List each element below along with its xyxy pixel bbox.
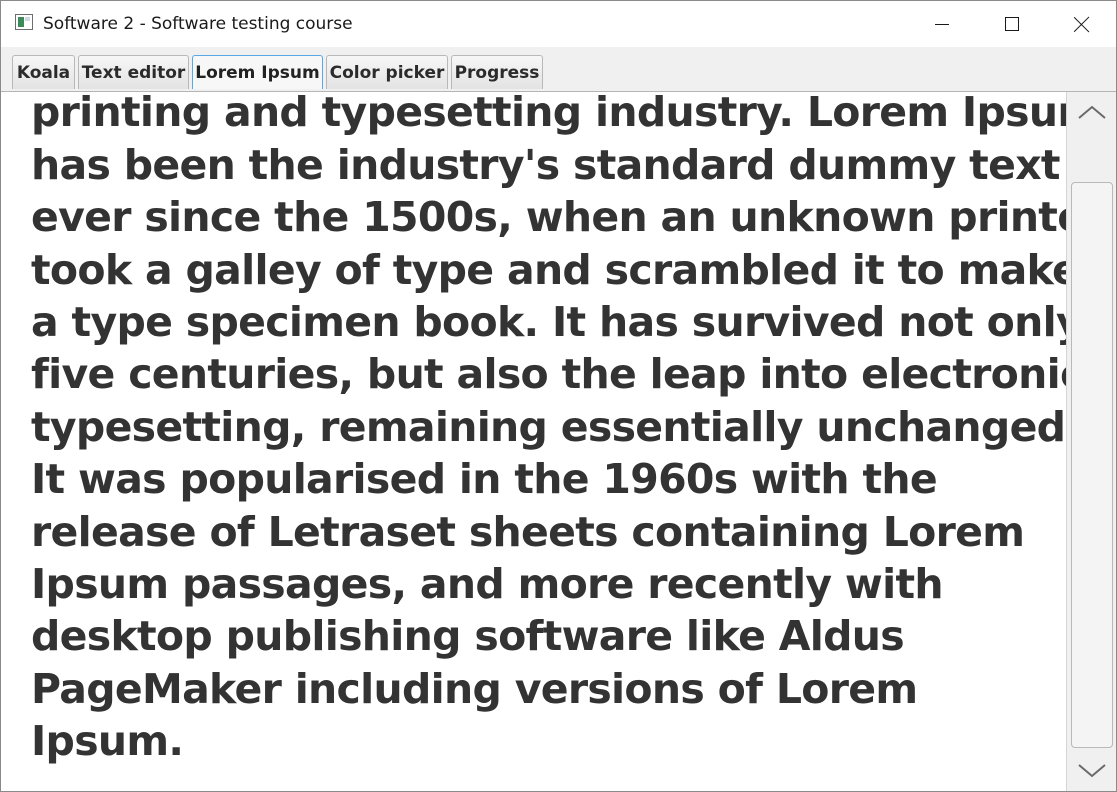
text-line: typesetting, remaining essentially uncha… (31, 402, 1066, 451)
text-line: PageMaker including versions of Lorem (31, 664, 918, 713)
chevron-up-icon (1077, 105, 1106, 119)
chevron-down-icon (1077, 764, 1106, 778)
window-title: Software 2 - Software testing course (43, 14, 353, 34)
tab-progress[interactable]: Progress (451, 55, 543, 89)
text-line: ever since the 1500s, when an unknown pr… (31, 193, 1066, 242)
text-line: took a galley of type and scrambled it t… (31, 245, 1066, 294)
tab-text-editor[interactable]: Text editor (78, 55, 189, 89)
tab-color-picker[interactable]: Color picker (326, 55, 448, 89)
app-window: Software 2 - Software testing course Koa… (0, 0, 1117, 792)
minimize-icon (935, 23, 949, 25)
text-line: five centuries, but also the leap into e… (31, 350, 1066, 399)
text-line: It was popularised in the 1960s with the (31, 455, 938, 504)
minimize-button[interactable] (907, 1, 977, 47)
scroll-down-button[interactable] (1067, 751, 1116, 791)
tab-bar: Koala Text editor Lorem Ipsum Color pick… (1, 47, 1116, 92)
tab-koala[interactable]: Koala (12, 55, 75, 89)
text-line: a type specimen book. It has survived no… (31, 298, 1066, 347)
text-line: desktop publishing software like Aldus (31, 612, 905, 661)
text-line: Ipsum passages, and more recently with (31, 560, 944, 609)
maximize-icon (1005, 17, 1019, 31)
close-icon (1073, 15, 1091, 33)
close-button[interactable] (1047, 1, 1116, 47)
tab-lorem-ipsum[interactable]: Lorem Ipsum (192, 55, 323, 89)
lorem-ipsum-panel[interactable]: Lorem Ipsum is simply dummy text of thep… (1, 92, 1066, 791)
text-line: has been the industry's standard dummy t… (31, 140, 1061, 189)
text-line: release of Letraset sheets containing Lo… (31, 507, 1025, 556)
scrollbar-thumb[interactable] (1071, 182, 1113, 748)
text-line: printing and typesetting industry. Lorem… (31, 92, 1066, 137)
app-icon (15, 14, 33, 30)
scroll-up-button[interactable] (1067, 92, 1116, 132)
text-line: Ipsum. (31, 717, 184, 766)
title-bar[interactable]: Software 2 - Software testing course (1, 1, 1116, 47)
maximize-button[interactable] (977, 1, 1047, 47)
lorem-ipsum-text: Lorem Ipsum is simply dummy text of thep… (31, 92, 1066, 768)
vertical-scrollbar[interactable] (1066, 92, 1116, 791)
